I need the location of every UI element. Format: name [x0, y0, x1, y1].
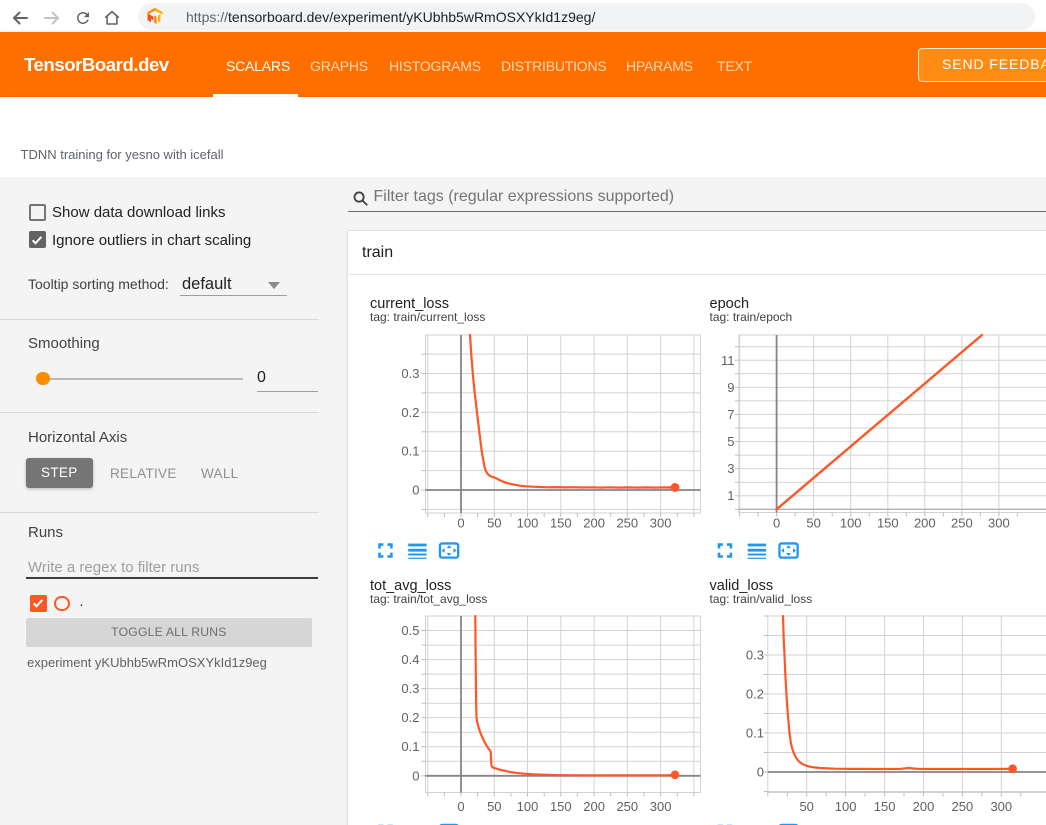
- svg-text:0.3: 0.3: [746, 648, 764, 663]
- svg-text:250: 250: [616, 799, 638, 814]
- svg-text:100: 100: [835, 799, 857, 814]
- svg-text:0.2: 0.2: [401, 710, 419, 725]
- svg-text:50: 50: [487, 516, 501, 531]
- svg-text:250: 250: [952, 799, 974, 814]
- svg-text:50: 50: [806, 516, 820, 531]
- svg-text:0: 0: [773, 516, 780, 531]
- svg-text:100: 100: [840, 516, 862, 531]
- svg-text:0.3: 0.3: [401, 366, 419, 381]
- svg-text:150: 150: [877, 516, 899, 531]
- svg-text:100: 100: [517, 516, 539, 531]
- svg-text:0.3: 0.3: [401, 681, 419, 696]
- svg-text:0.1: 0.1: [746, 726, 764, 741]
- svg-text:200: 200: [913, 799, 935, 814]
- svg-text:300: 300: [650, 516, 672, 531]
- svg-text:0: 0: [412, 768, 419, 783]
- svg-text:300: 300: [988, 516, 1010, 531]
- svg-text:11: 11: [721, 353, 735, 368]
- svg-text:0: 0: [457, 516, 464, 531]
- svg-text:0: 0: [757, 765, 764, 780]
- svg-text:0.2: 0.2: [401, 405, 419, 420]
- svg-text:300: 300: [990, 799, 1012, 814]
- svg-text:0.1: 0.1: [401, 739, 419, 754]
- svg-text:250: 250: [616, 516, 638, 531]
- svg-text:0.1: 0.1: [401, 444, 419, 459]
- svg-text:250: 250: [951, 516, 973, 531]
- svg-text:1: 1: [727, 488, 734, 503]
- svg-text:300: 300: [650, 799, 672, 814]
- svg-text:50: 50: [799, 799, 813, 814]
- svg-text:0.4: 0.4: [401, 652, 419, 667]
- svg-text:200: 200: [914, 516, 936, 531]
- svg-text:100: 100: [517, 799, 539, 814]
- svg-text:9: 9: [727, 380, 734, 395]
- svg-text:150: 150: [874, 799, 896, 814]
- svg-text:200: 200: [583, 799, 605, 814]
- svg-text:150: 150: [550, 799, 572, 814]
- svg-text:0: 0: [457, 799, 464, 814]
- svg-text:50: 50: [487, 799, 501, 814]
- svg-text:150: 150: [550, 516, 572, 531]
- svg-text:0: 0: [412, 483, 419, 498]
- svg-text:0.2: 0.2: [746, 687, 764, 702]
- svg-text:0.5: 0.5: [401, 623, 419, 638]
- svg-text:5: 5: [727, 434, 734, 449]
- svg-text:7: 7: [727, 407, 734, 422]
- svg-text:200: 200: [583, 516, 605, 531]
- svg-text:3: 3: [727, 461, 734, 476]
